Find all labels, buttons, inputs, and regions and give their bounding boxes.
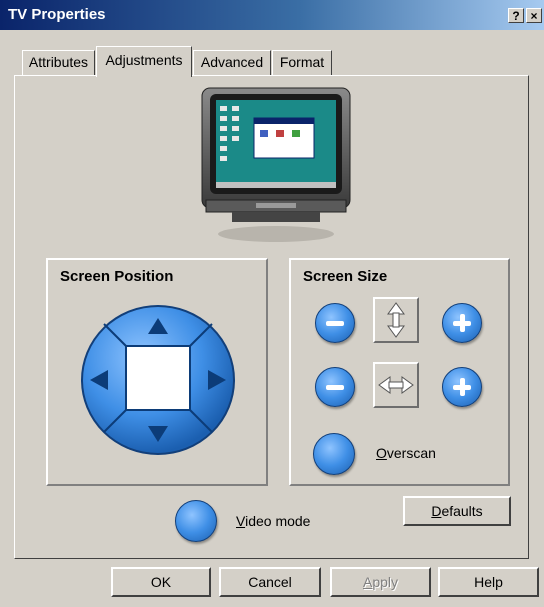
window-title: TV Properties xyxy=(8,6,106,23)
close-button[interactable]: × xyxy=(526,8,542,23)
apply-button[interactable]: Apply xyxy=(330,567,431,597)
tab-advanced[interactable]: Advanced xyxy=(193,50,271,75)
tab-format[interactable]: Format xyxy=(272,50,332,75)
help-button[interactable]: ? xyxy=(508,8,524,23)
cancel-button[interactable]: Cancel xyxy=(219,567,321,597)
ok-button[interactable]: OK xyxy=(111,567,211,597)
tab-attributes[interactable]: Attributes xyxy=(22,50,95,75)
help-footer-button[interactable]: Help xyxy=(438,567,539,597)
tab-adjustments[interactable]: Adjustments xyxy=(96,46,192,77)
title-bar[interactable]: TV Properties ? × xyxy=(0,0,544,30)
tv-monitor-image xyxy=(201,87,351,242)
